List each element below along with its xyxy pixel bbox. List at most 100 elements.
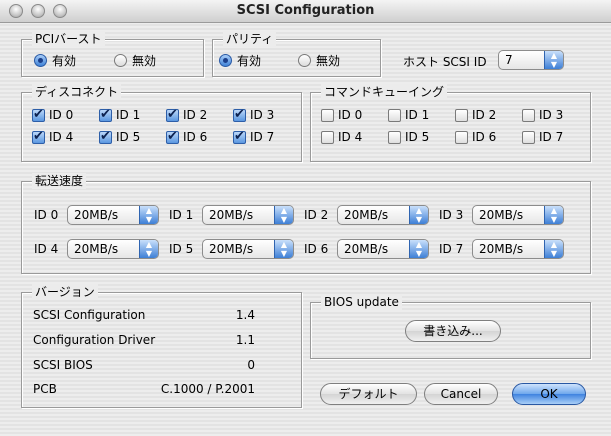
parity-disable-radio[interactable]: 無効 — [298, 52, 340, 69]
checkbox-label: ID 5 — [116, 130, 141, 144]
version-value: C.1000 / P.2001 — [160, 382, 255, 396]
radio-selected-icon — [34, 54, 47, 67]
disconnect-checkbox[interactable]: ID 7 — [233, 129, 274, 144]
transfer-speed-popup[interactable]: 20MB/s ▲ ▼ — [202, 239, 294, 259]
command-queuing-checkbox[interactable]: ID 7 — [522, 130, 563, 144]
command-queuing-legend: コマンドキューイング — [321, 84, 448, 100]
checkbox-label: ID 4 — [338, 130, 363, 144]
checkmark-icon — [166, 107, 179, 122]
disconnect-checkbox[interactable]: ID 6 — [166, 129, 208, 144]
up-down-arrows-icon: ▲ ▼ — [139, 240, 158, 258]
checkbox-empty-icon — [388, 108, 401, 122]
transfer-id-label: ID 6 — [304, 242, 329, 256]
command-queuing-checkbox[interactable]: ID 6 — [455, 130, 496, 144]
version-value: 1.1 — [235, 333, 255, 347]
disconnect-checkbox[interactable]: ID 4 — [32, 129, 74, 144]
checkbox-label: ID 6 — [183, 130, 208, 144]
parity-enable-radio[interactable]: 有効 — [219, 52, 261, 69]
bios-write-button[interactable]: 書き込み... — [405, 320, 501, 342]
checkmark-icon — [166, 129, 179, 144]
version-name: PCB — [33, 382, 57, 396]
up-down-arrows-icon: ▲ ▼ — [544, 206, 563, 224]
transfer-speed-popup[interactable]: 20MB/s ▲ ▼ — [67, 239, 159, 259]
command-queuing-checkbox[interactable]: ID 2 — [455, 108, 496, 122]
disconnect-checkbox[interactable]: ID 3 — [233, 107, 275, 122]
checkmark-icon — [233, 129, 246, 144]
radio-selected-icon — [219, 54, 232, 67]
up-down-arrows-icon: ▲ ▼ — [544, 240, 563, 258]
checkbox-empty-icon — [321, 108, 334, 122]
transfer-speed-group: 転送速度 ID 0 20MB/s ▲ ▼ ID 1 20MB/s ▲ ▼ ID 2 20MB/s ▲… — [21, 173, 591, 274]
version-value: 0 — [247, 358, 255, 372]
transfer-id-label: ID 3 — [439, 208, 464, 222]
up-down-arrows-icon: ▲ ▼ — [274, 206, 293, 224]
disconnect-group: ディスコネクト ID 0 ID 1 ID 2 ID 3 ID 4 ID 5 ID 6 ID 7 — [21, 84, 302, 162]
host-scsi-id-popup[interactable]: 7 ▲ ▼ — [498, 50, 564, 70]
bios-update-group: BIOS update 書き込み... — [310, 294, 591, 359]
parity-group: パリティ 有効 無効 — [212, 31, 381, 77]
up-down-arrows-icon: ▲ ▼ — [544, 51, 563, 69]
checkmark-icon — [233, 107, 246, 122]
version-value: 1.4 — [235, 308, 255, 322]
checkbox-label: ID 0 — [338, 108, 363, 122]
transfer-speed-popup[interactable]: 20MB/s ▲ ▼ — [67, 205, 159, 225]
bios-update-legend: BIOS update — [321, 294, 402, 310]
disconnect-legend: ディスコネクト — [32, 84, 122, 100]
version-legend: バージョン — [32, 284, 98, 300]
command-queuing-checkbox[interactable]: ID 5 — [388, 130, 429, 144]
ok-button[interactable]: OK — [512, 383, 586, 405]
transfer-id-label: ID 7 — [439, 242, 464, 256]
popup-value: 7 — [505, 53, 513, 67]
host-scsi-id-label: ホスト SCSI ID — [403, 55, 487, 69]
transfer-speed-popup[interactable]: 20MB/s ▲ ▼ — [472, 205, 564, 225]
pci-burst-enable-radio[interactable]: 有効 — [34, 52, 76, 69]
checkbox-label: ID 5 — [405, 130, 430, 144]
pci-burst-disable-radio[interactable]: 無効 — [114, 52, 156, 69]
popup-value: 20MB/s — [209, 208, 254, 222]
window-title: SCSI Configuration — [236, 3, 375, 18]
disconnect-checkbox[interactable]: ID 5 — [99, 129, 141, 144]
command-queuing-group: コマンドキューイング ID 0 ID 1 ID 2 ID 3 ID 4 ID 5 ID 6 I… — [310, 84, 591, 162]
disconnect-checkbox[interactable]: ID 1 — [99, 107, 141, 122]
command-queuing-checkbox[interactable]: ID 1 — [388, 108, 429, 122]
transfer-speed-popup[interactable]: 20MB/s ▲ ▼ — [337, 239, 429, 259]
title-bar: SCSI Configuration — [0, 0, 611, 23]
disconnect-checkbox[interactable]: ID 0 — [32, 107, 74, 122]
checkbox-empty-icon — [321, 130, 334, 144]
transfer-speed-popup[interactable]: 20MB/s ▲ ▼ — [472, 239, 564, 259]
checkbox-label: ID 4 — [49, 130, 74, 144]
default-button[interactable]: デフォルト — [320, 383, 417, 405]
radio-label: 有効 — [237, 54, 262, 68]
checkmark-icon — [99, 107, 112, 122]
popup-value: 20MB/s — [209, 242, 254, 256]
checkmark-icon — [32, 107, 45, 122]
radio-label: 無効 — [316, 54, 341, 68]
checkbox-label: ID 6 — [472, 130, 497, 144]
checkbox-empty-icon — [455, 130, 468, 144]
radio-label: 無効 — [132, 54, 157, 68]
checkbox-label: ID 3 — [250, 108, 275, 122]
transfer-speed-popup[interactable]: 20MB/s ▲ ▼ — [202, 205, 294, 225]
checkmark-icon — [99, 129, 112, 144]
cancel-button[interactable]: Cancel — [424, 383, 498, 405]
command-queuing-checkbox[interactable]: ID 4 — [321, 130, 362, 144]
checkbox-label: ID 1 — [116, 108, 141, 122]
radio-label: 有効 — [52, 54, 77, 68]
transfer-id-label: ID 5 — [169, 242, 194, 256]
checkbox-label: ID 0 — [49, 108, 74, 122]
disconnect-checkbox[interactable]: ID 2 — [166, 107, 207, 122]
window: SCSI Configuration PCIバースト 有効 無効 パリティ 有効… — [0, 0, 611, 436]
popup-value: 20MB/s — [479, 208, 524, 222]
checkbox-empty-icon — [522, 108, 535, 122]
popup-value: 20MB/s — [74, 208, 119, 222]
popup-value: 20MB/s — [344, 208, 389, 222]
checkbox-empty-icon — [522, 130, 535, 144]
command-queuing-checkbox[interactable]: ID 3 — [522, 108, 563, 122]
transfer-id-label: ID 4 — [34, 242, 59, 256]
transfer-speed-popup[interactable]: 20MB/s ▲ ▼ — [337, 205, 429, 225]
checkbox-label: ID 2 — [472, 108, 497, 122]
transfer-id-label: ID 0 — [34, 208, 59, 222]
radio-unselected-icon — [298, 54, 311, 67]
command-queuing-checkbox[interactable]: ID 0 — [321, 108, 362, 122]
popup-value: 20MB/s — [344, 242, 389, 256]
